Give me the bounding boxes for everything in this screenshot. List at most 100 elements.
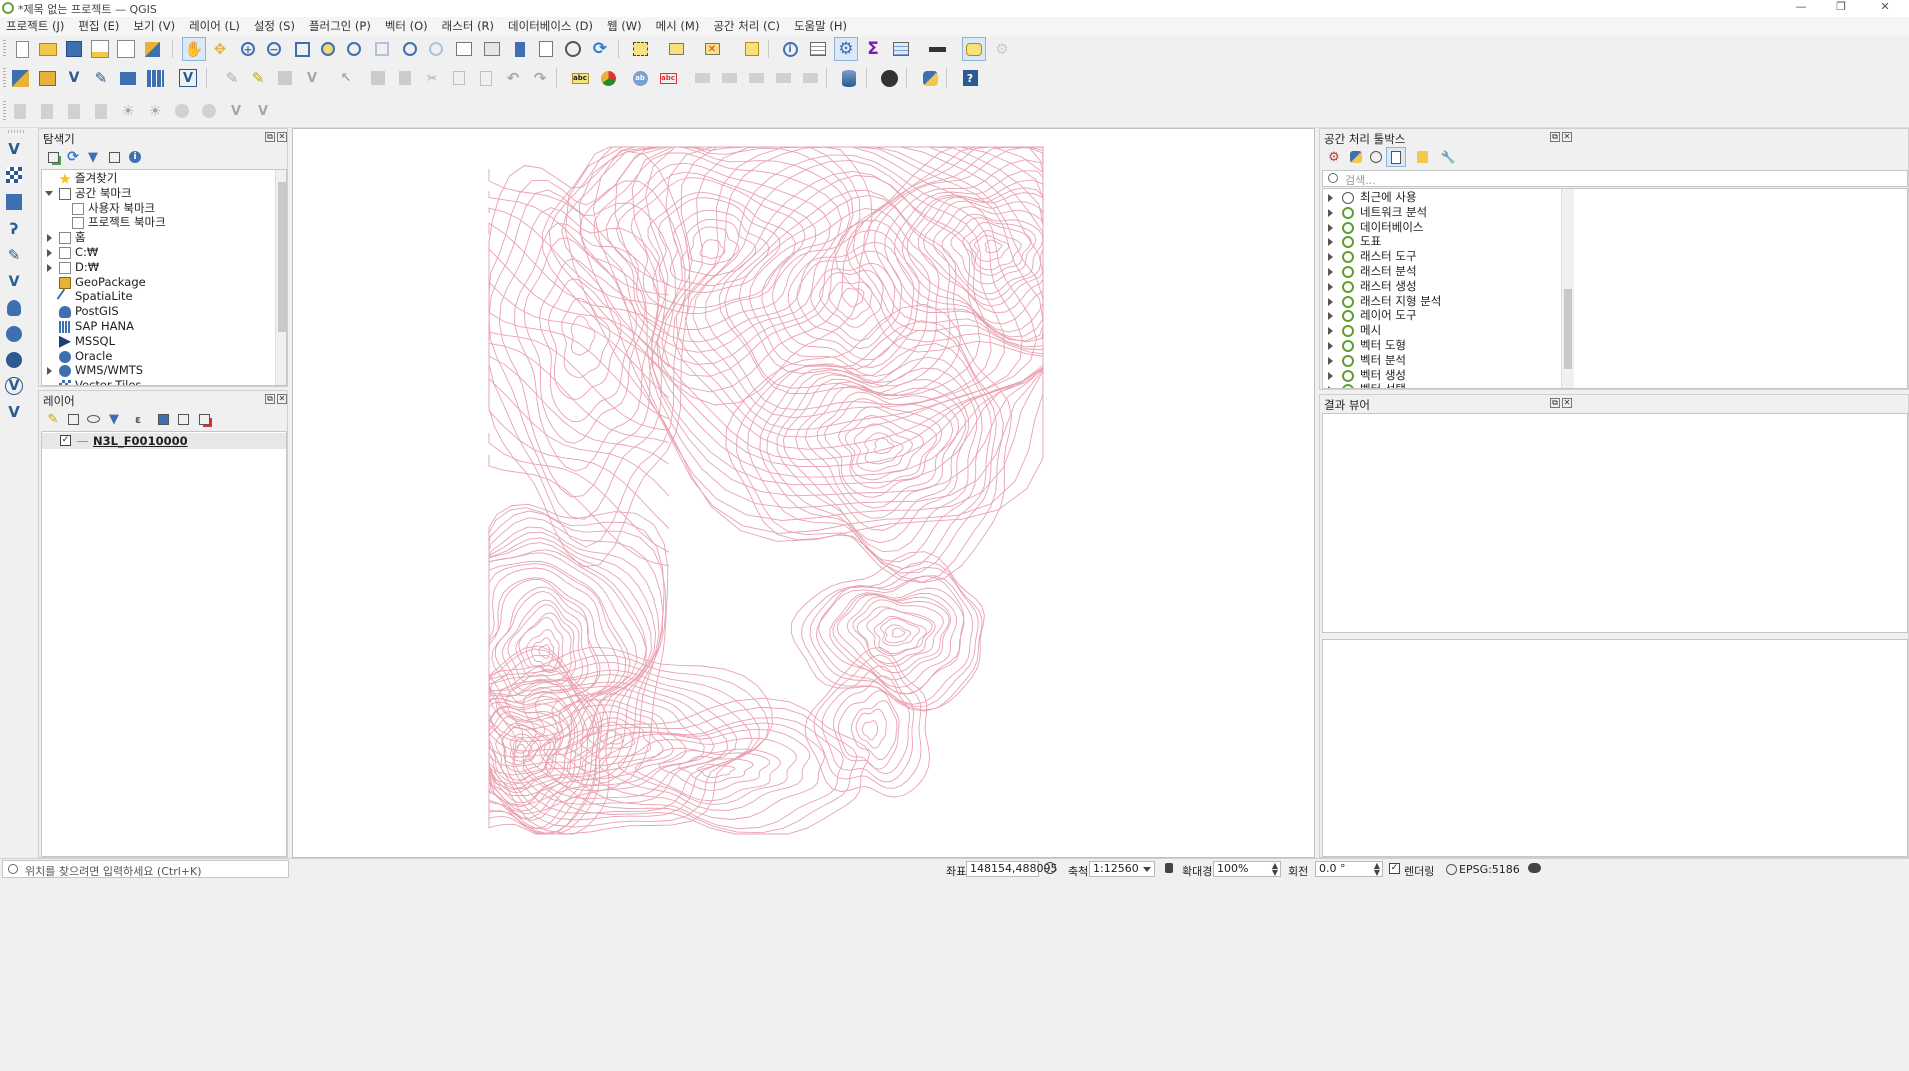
filter-expression-button[interactable]: ε bbox=[125, 409, 151, 429]
browser-item[interactable]: GeoPackage bbox=[42, 275, 272, 290]
float-layers-panel-button[interactable]: ⧉ bbox=[265, 394, 275, 404]
add-wms-layer-button[interactable] bbox=[116, 66, 140, 90]
browser-item[interactable]: 사용자 북마크 bbox=[42, 201, 272, 216]
open-attribute-table-button[interactable] bbox=[806, 37, 830, 61]
chevron-right-icon[interactable] bbox=[1328, 253, 1333, 262]
close-panel-button[interactable]: ✕ bbox=[277, 132, 287, 142]
zoom-out-button[interactable]: − bbox=[262, 37, 286, 61]
browser-item[interactable]: C:₩ bbox=[42, 245, 272, 260]
browser-item[interactable]: 즐겨찾기 bbox=[42, 171, 272, 186]
menu-edit[interactable]: 편집 (E) bbox=[72, 17, 127, 36]
remove-layer-button[interactable] bbox=[194, 409, 214, 429]
add-virtual-layer-side-button[interactable]: V bbox=[2, 270, 26, 294]
add-mesh-layer-side-button[interactable] bbox=[2, 190, 26, 214]
browser-item[interactable]: 프로젝트 북마크 bbox=[42, 215, 272, 230]
toolbox-group-item[interactable]: 벡터 분석 bbox=[1323, 353, 1559, 368]
cut-features-button[interactable]: ✂ bbox=[420, 66, 444, 90]
add-feature-button[interactable]: V bbox=[300, 66, 324, 90]
open-field-calculator-button[interactable] bbox=[889, 37, 913, 61]
models-button[interactable]: ⚙ bbox=[1324, 147, 1344, 167]
toolbox-group-item[interactable]: 레이어 도구 bbox=[1323, 308, 1559, 323]
select-by-value-button[interactable] bbox=[664, 37, 688, 61]
annotation-sun-button[interactable]: ☀ bbox=[116, 99, 140, 123]
coordinate-field[interactable]: 148154,488095 bbox=[966, 861, 1057, 877]
rotation-spinbox[interactable]: 0.0 ° ▲ ▼ bbox=[1315, 861, 1383, 877]
annotation-line-button[interactable]: V bbox=[224, 99, 248, 123]
save-project-button[interactable] bbox=[62, 37, 86, 61]
chevron-right-icon[interactable] bbox=[1328, 386, 1333, 388]
add-raster-layer-side-button[interactable] bbox=[2, 163, 26, 187]
properties-button[interactable]: i bbox=[125, 147, 145, 167]
chevron-right-icon[interactable] bbox=[47, 367, 52, 376]
toolbox-group-item[interactable]: 최근에 사용 bbox=[1323, 190, 1559, 205]
chevron-down-icon[interactable] bbox=[45, 190, 53, 196]
copy-features-button[interactable] bbox=[447, 66, 471, 90]
chevron-right-icon[interactable] bbox=[1328, 327, 1333, 336]
float-toolbox-button[interactable]: ⧉ bbox=[1550, 132, 1560, 142]
data-source-manager-button[interactable] bbox=[8, 66, 32, 90]
browser-item[interactable]: MSSQL bbox=[42, 334, 272, 349]
deselect-all-button[interactable]: ✕ bbox=[700, 37, 724, 61]
menu-layer[interactable]: 레이어 (L) bbox=[183, 17, 248, 36]
add-postgis-layer-button[interactable] bbox=[2, 296, 26, 320]
new-3d-view-button[interactable] bbox=[480, 37, 504, 61]
pan-to-selection-button[interactable]: ✥ bbox=[208, 37, 232, 61]
filter-browser-button[interactable]: ▼ bbox=[83, 147, 103, 167]
chevron-right-icon[interactable] bbox=[1328, 371, 1333, 380]
toolbox-group-item[interactable]: 데이터베이스 bbox=[1323, 220, 1559, 235]
chevron-right-icon[interactable] bbox=[1328, 238, 1333, 247]
python-console-button[interactable] bbox=[918, 66, 942, 90]
layer-styling-button[interactable]: ✎ bbox=[43, 409, 63, 429]
add-selected-layers-button[interactable] bbox=[43, 147, 63, 167]
digitize-with-segment-button[interactable]: ✎ bbox=[220, 66, 244, 90]
layer-labeling-button[interactable]: abc bbox=[568, 66, 592, 90]
virtual-layer-button[interactable]: V bbox=[176, 66, 200, 90]
refresh-browser-button[interactable]: ⟳ bbox=[63, 147, 83, 167]
toolbox-group-item[interactable]: 래스터 지형 분석 bbox=[1323, 294, 1559, 309]
history-button[interactable] bbox=[1366, 147, 1386, 167]
mesh-digitize-button[interactable] bbox=[8, 99, 32, 123]
toolbox-group-item[interactable]: 벡터 도형 bbox=[1323, 338, 1559, 353]
annotation-polygon-button[interactable] bbox=[170, 99, 194, 123]
add-wms-side-button[interactable] bbox=[2, 322, 26, 346]
move-label-button[interactable] bbox=[690, 66, 714, 90]
scale-combobox[interactable]: 1:12560 bbox=[1089, 861, 1155, 877]
zoom-to-layer-button[interactable] bbox=[342, 37, 366, 61]
collapse-all-layers-button[interactable] bbox=[173, 409, 193, 429]
mesh-transform-button[interactable] bbox=[62, 99, 86, 123]
close-toolbox-button[interactable]: ✕ bbox=[1562, 132, 1572, 142]
label-properties-button[interactable] bbox=[798, 66, 822, 90]
chevron-right-icon[interactable] bbox=[1328, 356, 1333, 365]
toggle-extents-icon[interactable] bbox=[1044, 862, 1056, 874]
toolbox-group-item[interactable]: 네트워크 분석 bbox=[1323, 205, 1559, 220]
zoom-next-button[interactable] bbox=[424, 37, 448, 61]
expand-all-button[interactable] bbox=[153, 409, 173, 429]
refresh-button[interactable]: ⟳ bbox=[588, 37, 612, 61]
show-hide-labels-button[interactable] bbox=[717, 66, 741, 90]
redo-button[interactable]: ↷ bbox=[528, 66, 552, 90]
style-manager-button[interactable] bbox=[140, 37, 164, 61]
menu-vector[interactable]: 벡터 (O) bbox=[379, 17, 436, 36]
menu-mesh[interactable]: 메시 (M) bbox=[650, 17, 708, 36]
zoom-in-button[interactable]: + bbox=[236, 37, 260, 61]
delete-selected-button[interactable] bbox=[393, 66, 417, 90]
layer-item[interactable]: ✓ N3L_F0010000 bbox=[42, 433, 286, 449]
new-geopackage-button[interactable] bbox=[35, 66, 59, 90]
minimize-button[interactable]: — bbox=[1781, 0, 1821, 17]
zoom-to-selection-button[interactable] bbox=[316, 37, 340, 61]
add-group-button[interactable] bbox=[63, 409, 83, 429]
chevron-right-icon[interactable] bbox=[1328, 342, 1333, 350]
db-manager-button[interactable] bbox=[837, 66, 861, 90]
show-bookmarks-button[interactable] bbox=[534, 37, 558, 61]
identify-features-button[interactable]: i bbox=[778, 37, 802, 61]
menu-web[interactable]: 웹 (W) bbox=[601, 17, 650, 36]
new-bookmark-button[interactable] bbox=[508, 37, 532, 61]
add-wfs-button[interactable] bbox=[2, 348, 26, 372]
menu-settings[interactable]: 설정 (S) bbox=[248, 17, 303, 36]
statistical-summary-button[interactable]: Σ bbox=[861, 37, 885, 61]
highlight-labels-button[interactable]: abc bbox=[656, 66, 680, 90]
close-layers-panel-button[interactable]: ✕ bbox=[277, 394, 287, 404]
maximize-button[interactable]: ❐ bbox=[1821, 0, 1861, 17]
map-canvas[interactable] bbox=[292, 128, 1315, 858]
chevron-right-icon[interactable] bbox=[47, 263, 52, 272]
